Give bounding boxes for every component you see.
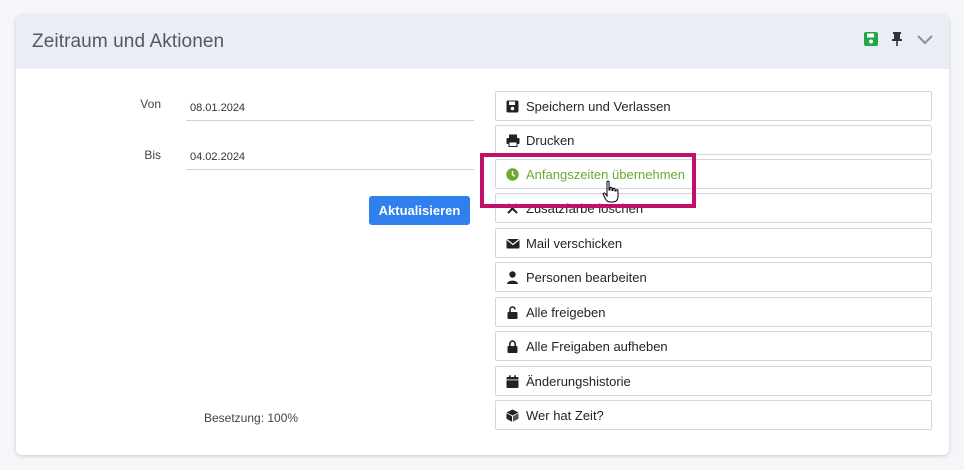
calendar-icon (506, 375, 519, 388)
action-label: Alle Freigaben aufheben (526, 339, 668, 354)
panel-title: Zeitraum und Aktionen (32, 31, 225, 52)
print-icon (506, 134, 520, 147)
action-label: Personen bearbeiten (526, 270, 647, 285)
action-label: Drucken (526, 133, 575, 148)
action-apply-start-times[interactable]: Anfangszeiten übernehmen (495, 159, 932, 189)
pin-icon[interactable] (889, 31, 907, 49)
action-edit-persons[interactable]: Personen bearbeiten (495, 262, 932, 292)
period-actions-panel: Zeitraum und Aktionen Von Bis Aktualisie… (16, 15, 949, 455)
to-date-field[interactable] (186, 145, 474, 170)
cube-icon (506, 409, 519, 422)
from-date-field[interactable] (186, 96, 474, 121)
person-icon (506, 271, 519, 284)
action-label: Wer hat Zeit? (526, 408, 604, 423)
action-save-and-leave[interactable]: Speichern und Verlassen (495, 91, 932, 121)
action-revoke-all-releases[interactable]: Alle Freigaben aufheben (495, 331, 932, 361)
save-icon (506, 100, 519, 113)
action-label: Alle freigeben (526, 305, 606, 320)
clock-icon (506, 168, 519, 181)
close-icon (506, 202, 519, 215)
action-label: Anfangszeiten übernehmen (526, 167, 686, 182)
from-label: Von (140, 97, 161, 111)
action-delete-extra-color[interactable]: Zusatzfarbe löschen (495, 193, 932, 223)
chevron-down-icon[interactable] (916, 31, 934, 49)
action-release-all[interactable]: Alle freigeben (495, 297, 932, 327)
action-send-mail[interactable]: Mail verschicken (495, 228, 932, 258)
update-button[interactable]: Aktualisieren (369, 196, 470, 225)
unlock-icon (506, 306, 519, 319)
action-label: Änderungshistorie (526, 374, 631, 389)
lock-icon (506, 340, 519, 353)
occupancy-text: Besetzung: 100% (204, 411, 299, 425)
action-label: Mail verschicken (526, 236, 623, 251)
mail-icon (506, 237, 520, 250)
panel-header: Zeitraum und Aktionen (16, 15, 949, 69)
to-label: Bis (144, 148, 161, 162)
action-print[interactable]: Drucken (495, 125, 932, 155)
action-who-has-time[interactable]: Wer hat Zeit? (495, 400, 932, 430)
action-label: Zusatzfarbe löschen (526, 201, 644, 216)
save-icon[interactable] (863, 31, 881, 49)
action-change-history[interactable]: Änderungshistorie (495, 366, 932, 396)
action-label: Speichern und Verlassen (526, 99, 671, 114)
